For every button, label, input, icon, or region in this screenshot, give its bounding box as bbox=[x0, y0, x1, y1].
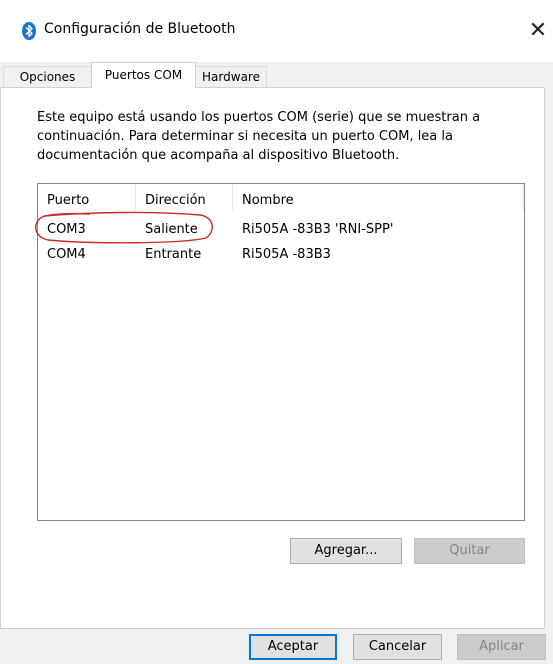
com-ports-list[interactable]: Puerto Dirección Nombre COM3 Saliente Ri… bbox=[37, 183, 525, 521]
remove-button[interactable]: Quitar bbox=[414, 538, 525, 564]
column-header-direccion[interactable]: Dirección bbox=[136, 184, 233, 211]
cell-direction: Saliente bbox=[145, 222, 198, 237]
add-button[interactable]: Agregar... bbox=[290, 538, 402, 564]
tab-hardware[interactable]: Hardware bbox=[195, 66, 267, 87]
column-header-nombre[interactable]: Nombre bbox=[233, 184, 524, 211]
close-button[interactable]: ✕ bbox=[523, 14, 553, 48]
cell-name: Ri505A -83B3 'RNI-SPP' bbox=[242, 222, 394, 237]
description-text: Este equipo está usando los puertos COM … bbox=[37, 110, 481, 163]
cell-port: COM3 bbox=[47, 222, 86, 237]
cancel-button[interactable]: Cancelar bbox=[353, 634, 442, 660]
ok-button[interactable]: Aceptar bbox=[249, 634, 337, 660]
tab-strip: Opciones Puertos COM Hardware bbox=[0, 62, 553, 88]
tab-opciones[interactable]: Opciones bbox=[3, 66, 92, 87]
apply-button[interactable]: Aplicar bbox=[457, 634, 546, 660]
cell-direction: Entrante bbox=[145, 247, 202, 262]
cell-port: COM4 bbox=[47, 247, 86, 262]
table-row[interactable]: COM3 Saliente Ri505A -83B3 'RNI-SPP' bbox=[38, 220, 524, 240]
cell-name: Ri505A -83B3 bbox=[242, 247, 331, 262]
title-bar: Configuración de Bluetooth ✕ bbox=[0, 0, 553, 62]
list-header: Puerto Dirección Nombre bbox=[38, 184, 524, 211]
bluetooth-icon bbox=[22, 22, 36, 40]
table-row[interactable]: COM4 Entrante Ri505A -83B3 bbox=[38, 245, 524, 265]
window-title: Configuración de Bluetooth bbox=[44, 21, 236, 37]
tab-puertos-com[interactable]: Puertos COM bbox=[91, 62, 196, 88]
column-header-puerto[interactable]: Puerto bbox=[38, 184, 136, 211]
